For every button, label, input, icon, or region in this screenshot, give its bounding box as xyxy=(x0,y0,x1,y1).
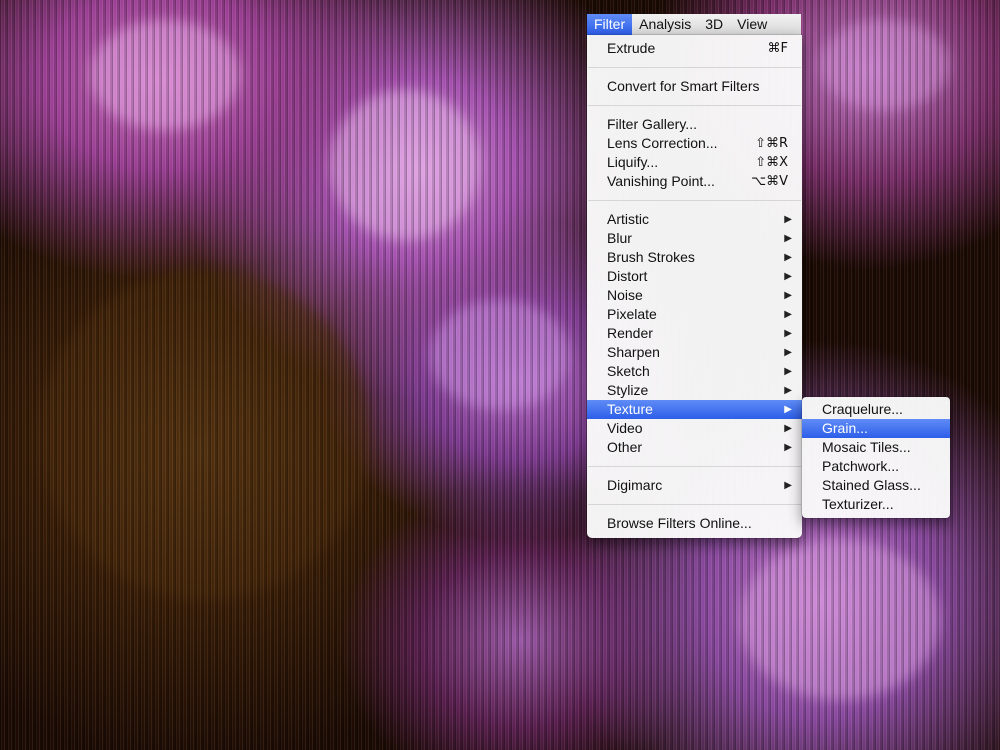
menu-item-patchwork[interactable]: Patchwork... xyxy=(802,457,950,476)
menu-item-noise[interactable]: Noise ▶ xyxy=(587,286,802,305)
menu-item-pixelate[interactable]: Pixelate ▶ xyxy=(587,305,802,324)
submenu-arrow-icon: ▶ xyxy=(784,309,792,320)
menu-item-filter-gallery[interactable]: Filter Gallery... xyxy=(587,115,802,134)
menu-item-label: Stained Glass... xyxy=(822,477,921,493)
menu-item-label: Pixelate xyxy=(607,306,657,322)
menu-bar: Filter Analysis 3D View xyxy=(587,14,801,35)
menu-item-vanishing-point[interactable]: Vanishing Point... ⌥⌘V xyxy=(587,172,802,191)
menu-item-label: Browse Filters Online... xyxy=(607,515,752,531)
menu-item-label: Sharpen xyxy=(607,344,660,360)
menu-item-digimarc[interactable]: Digimarc ▶ xyxy=(587,476,802,495)
flower-petal-highlight xyxy=(740,540,940,700)
flower-petal-highlight xyxy=(430,300,570,410)
flower-petal-highlight xyxy=(820,20,950,110)
menu-separator xyxy=(588,504,801,505)
menu-item-stylize[interactable]: Stylize ▶ xyxy=(587,381,802,400)
menu-item-label: Grain... xyxy=(822,420,868,436)
menu-3d[interactable]: 3D xyxy=(698,14,730,35)
submenu-arrow-icon: ▶ xyxy=(784,442,792,453)
leaf-shadow xyxy=(40,270,370,600)
menu-item-label: Craquelure... xyxy=(822,401,903,417)
flower-petal-highlight xyxy=(90,20,240,130)
menu-item-label: Vanishing Point... xyxy=(607,173,715,189)
menu-item-label: Other xyxy=(607,439,643,455)
menu-item-label: Sketch xyxy=(607,363,650,379)
menu-item-render[interactable]: Render ▶ xyxy=(587,324,802,343)
menu-separator xyxy=(588,466,801,467)
menu-item-convert-smart-filters[interactable]: Convert for Smart Filters xyxy=(587,77,802,96)
menu-item-texture[interactable]: Texture ▶ xyxy=(587,400,802,419)
menu-item-other[interactable]: Other ▶ xyxy=(587,438,802,457)
menu-item-label: Patchwork... xyxy=(822,458,900,474)
submenu-arrow-icon: ▶ xyxy=(784,214,792,225)
filter-menu: Extrude ⌘F Convert for Smart Filters Fil… xyxy=(587,35,802,538)
submenu-arrow-icon: ▶ xyxy=(784,404,792,415)
submenu-arrow-icon: ▶ xyxy=(784,385,792,396)
menu-item-lens-correction[interactable]: Lens Correction... ⇧⌘R xyxy=(587,134,802,153)
menu-item-label: Convert for Smart Filters xyxy=(607,78,760,94)
menu-item-label: Texturizer... xyxy=(822,496,894,512)
menu-item-label: Filter Gallery... xyxy=(607,116,697,132)
menu-item-brush-strokes[interactable]: Brush Strokes ▶ xyxy=(587,248,802,267)
menu-item-label: Digimarc xyxy=(607,477,663,493)
submenu-arrow-icon: ▶ xyxy=(784,233,792,244)
menu-item-label: Lens Correction... xyxy=(607,135,718,151)
menu-analysis[interactable]: Analysis xyxy=(632,14,698,35)
menu-item-grain[interactable]: Grain... xyxy=(802,419,950,438)
menu-item-label: Artistic xyxy=(607,211,649,227)
menu-item-blur[interactable]: Blur ▶ xyxy=(587,229,802,248)
menu-item-label: Noise xyxy=(607,287,643,303)
menu-item-label: Video xyxy=(607,420,643,436)
submenu-arrow-icon: ▶ xyxy=(784,328,792,339)
submenu-arrow-icon: ▶ xyxy=(784,480,792,491)
menu-item-browse-filters-online[interactable]: Browse Filters Online... xyxy=(587,514,802,533)
menu-item-label: Stylize xyxy=(607,382,649,398)
submenu-arrow-icon: ▶ xyxy=(784,290,792,301)
submenu-arrow-icon: ▶ xyxy=(784,423,792,434)
menu-item-label: Liquify... xyxy=(607,154,659,170)
shortcut-label: ⌥⌘V xyxy=(751,174,788,189)
menu-item-liquify[interactable]: Liquify... ⇧⌘X xyxy=(587,153,802,172)
shortcut-label: ⇧⌘R xyxy=(755,136,788,151)
submenu-arrow-icon: ▶ xyxy=(784,271,792,282)
menu-item-sketch[interactable]: Sketch ▶ xyxy=(587,362,802,381)
shortcut-label: ⇧⌘X xyxy=(755,155,788,170)
menu-item-label: Blur xyxy=(607,230,632,246)
texture-submenu: Craquelure... Grain... Mosaic Tiles... P… xyxy=(802,397,950,518)
image-canvas[interactable] xyxy=(0,0,1000,750)
submenu-arrow-icon: ▶ xyxy=(784,252,792,263)
menu-item-label: Mosaic Tiles... xyxy=(822,439,911,455)
menu-item-video[interactable]: Video ▶ xyxy=(587,419,802,438)
menu-item-label: Extrude xyxy=(607,40,656,56)
menu-item-artistic[interactable]: Artistic ▶ xyxy=(587,210,802,229)
menu-separator xyxy=(588,67,801,68)
menu-item-sharpen[interactable]: Sharpen ▶ xyxy=(587,343,802,362)
submenu-arrow-icon: ▶ xyxy=(784,347,792,358)
menu-view[interactable]: View xyxy=(730,14,774,35)
shortcut-label: ⌘F xyxy=(767,41,788,56)
menu-item-label: Texture xyxy=(607,401,653,417)
menu-item-label: Brush Strokes xyxy=(607,249,695,265)
menu-item-extrude[interactable]: Extrude ⌘F xyxy=(587,39,802,58)
menu-item-craquelure[interactable]: Craquelure... xyxy=(802,400,950,419)
flower-petal-highlight xyxy=(330,90,480,240)
menu-separator xyxy=(588,105,801,106)
menu-separator xyxy=(588,200,801,201)
menu-item-texturizer[interactable]: Texturizer... xyxy=(802,495,950,514)
menu-item-mosaic-tiles[interactable]: Mosaic Tiles... xyxy=(802,438,950,457)
submenu-arrow-icon: ▶ xyxy=(784,366,792,377)
menu-item-label: Distort xyxy=(607,268,648,284)
menu-filter[interactable]: Filter xyxy=(587,14,633,35)
menu-item-label: Render xyxy=(607,325,653,341)
menu-item-stained-glass[interactable]: Stained Glass... xyxy=(802,476,950,495)
menu-item-distort[interactable]: Distort ▶ xyxy=(587,267,802,286)
